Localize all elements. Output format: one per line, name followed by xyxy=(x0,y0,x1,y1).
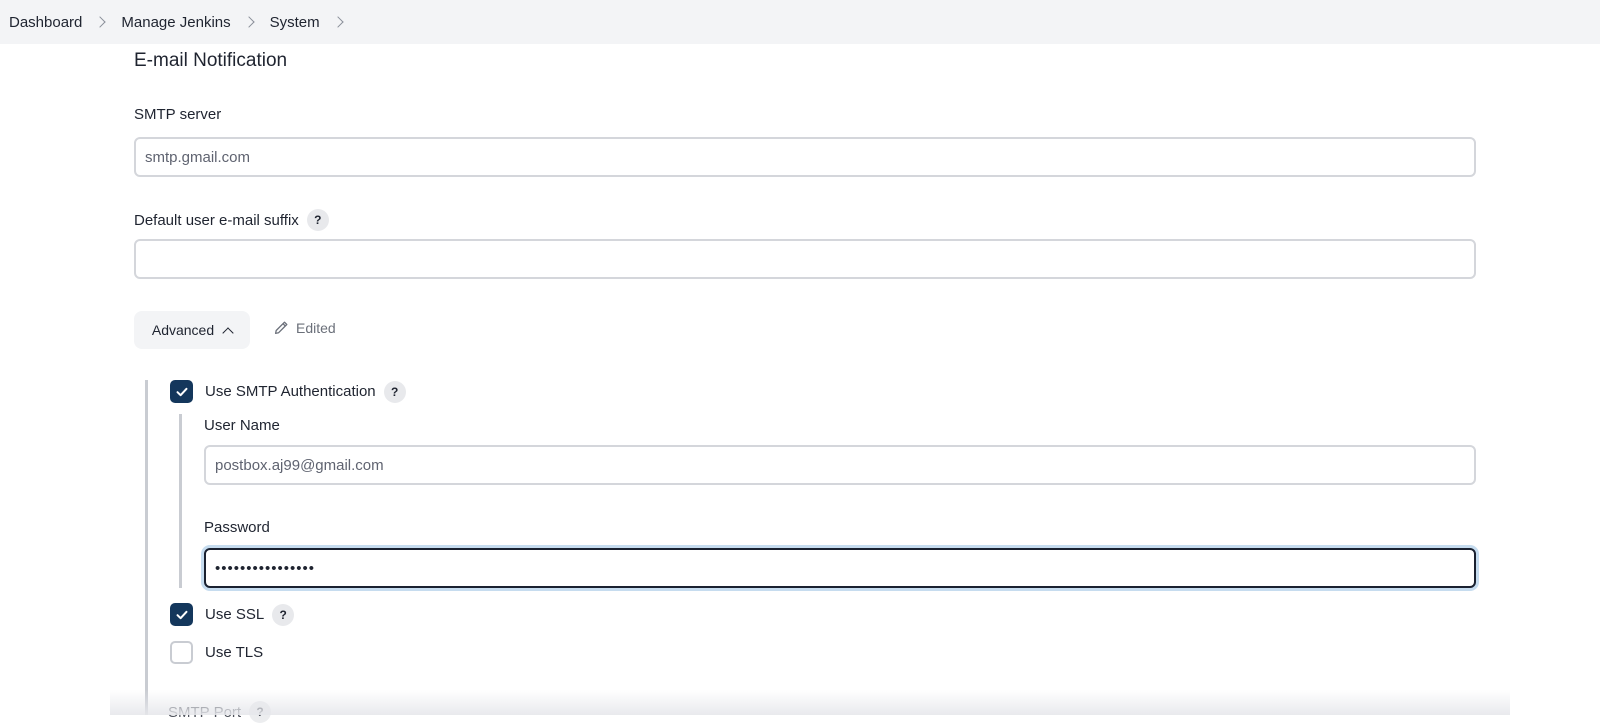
chevron-right-icon[interactable] xyxy=(94,16,107,28)
smtp-auth-label[interactable]: Use SMTP Authentication xyxy=(205,383,376,400)
help-icon[interactable]: ? xyxy=(249,701,272,723)
chevron-right-icon[interactable] xyxy=(242,16,255,28)
advanced-button[interactable]: Advanced xyxy=(134,311,250,349)
breadcrumb-system[interactable]: System xyxy=(270,14,320,31)
auth-section-rail xyxy=(179,414,182,588)
pencil-icon xyxy=(274,321,288,335)
use-ssl-label[interactable]: Use SSL xyxy=(205,606,264,623)
username-label: User Name xyxy=(204,417,280,434)
checkmark-icon xyxy=(176,610,187,619)
edited-indicator: Edited xyxy=(273,320,336,336)
smtp-auth-checkbox[interactable] xyxy=(170,380,193,403)
use-ssl-checkbox[interactable] xyxy=(170,603,193,626)
advanced-button-label: Advanced xyxy=(151,322,215,338)
chevron-up-icon xyxy=(222,326,234,339)
advanced-section-rail xyxy=(145,380,148,715)
breadcrumb-manage-jenkins[interactable]: Manage Jenkins xyxy=(121,14,230,31)
smtp-server-label: SMTP server xyxy=(134,106,222,123)
username-input[interactable] xyxy=(204,445,1476,485)
section-title: E-mail Notification xyxy=(134,50,288,71)
default-suffix-input[interactable] xyxy=(134,239,1476,279)
use-tls-checkbox[interactable] xyxy=(170,641,193,664)
use-tls-label[interactable]: Use TLS xyxy=(205,644,263,661)
bottom-fade xyxy=(110,690,1510,715)
default-suffix-label-row: Default user e-mail suffix ? xyxy=(134,209,329,231)
chevron-right-icon[interactable] xyxy=(331,16,344,28)
use-tls-row: Use TLS xyxy=(170,641,263,664)
edited-label: Edited xyxy=(296,320,336,336)
use-ssl-row: Use SSL ? xyxy=(170,603,295,626)
smtp-port-label: SMTP Port xyxy=(168,703,242,721)
breadcrumb-dashboard[interactable]: Dashboard xyxy=(9,14,82,31)
password-label: Password xyxy=(204,519,270,536)
password-input[interactable] xyxy=(204,548,1476,588)
breadcrumb: Dashboard Manage Jenkins System xyxy=(0,0,1600,44)
default-suffix-label: Default user e-mail suffix xyxy=(134,211,299,229)
smtp-server-input[interactable] xyxy=(134,137,1476,177)
help-icon[interactable]: ? xyxy=(306,209,329,231)
smtp-auth-row: Use SMTP Authentication ? xyxy=(170,380,406,403)
help-icon[interactable]: ? xyxy=(383,380,406,403)
help-icon[interactable]: ? xyxy=(272,603,295,626)
smtp-port-row: SMTP Port ? xyxy=(168,701,272,723)
checkmark-icon xyxy=(176,387,187,396)
